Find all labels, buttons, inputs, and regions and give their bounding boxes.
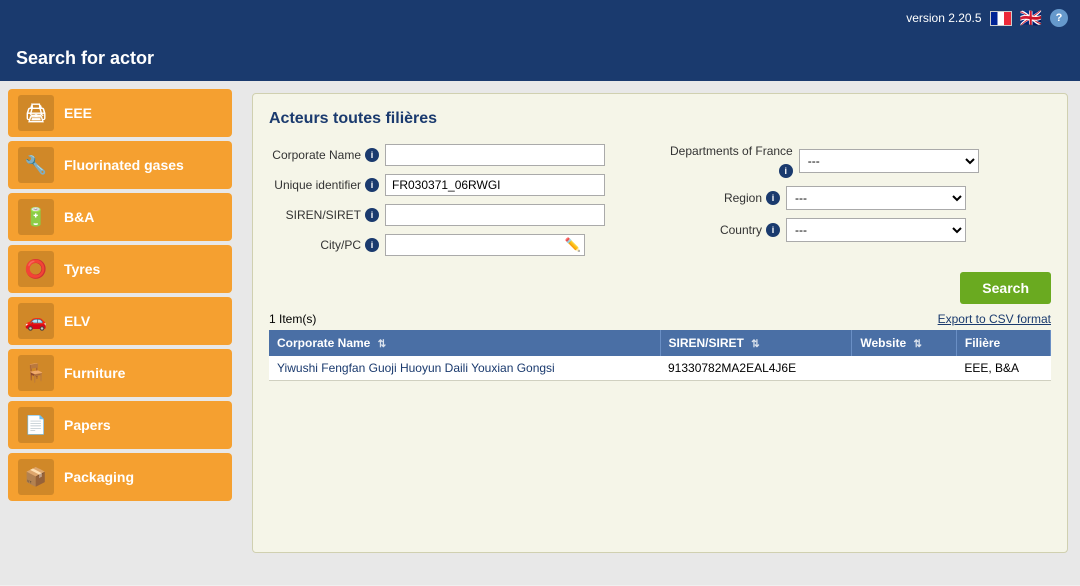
sidebar-label-furniture: Furniture	[64, 365, 125, 381]
results-table: Corporate Name ⇅ SIREN/SIRET ⇅ Website ⇅	[269, 330, 1051, 381]
sort-icon-corporate: ⇅	[378, 339, 386, 350]
cell-filiere: EEE, B&A	[956, 356, 1050, 381]
departments-info-icon[interactable]: i	[779, 164, 793, 178]
country-select[interactable]: ---	[786, 218, 966, 242]
sidebar-item-fluorinated-gases[interactable]: 🔧 Fluorinated gases	[8, 141, 232, 189]
cell-website	[852, 356, 957, 381]
sidebar-item-papers[interactable]: 📄 Papers	[8, 401, 232, 449]
country-row: Country i ---	[670, 218, 1051, 242]
sidebar-icon-fluorinated-gases: 🔧	[18, 147, 54, 183]
sidebar-item-packaging[interactable]: 📦 Packaging	[8, 453, 232, 501]
unique-identifier-input[interactable]	[385, 174, 605, 196]
sidebar-item-eee[interactable]: 🖨 EEE	[8, 89, 232, 137]
corporate-name-input[interactable]	[385, 144, 605, 166]
sidebar-icon-papers: 📄	[18, 407, 54, 443]
region-select[interactable]: ---	[786, 186, 966, 210]
sidebar-label-elv: ELV	[64, 313, 90, 329]
sidebar-label-eee: EEE	[64, 105, 92, 121]
siren-siret-input[interactable]	[385, 204, 605, 226]
region-info-icon[interactable]: i	[766, 191, 780, 205]
city-pc-label: City/PC i	[269, 238, 379, 252]
city-pc-edit-icon[interactable]: ✏️	[565, 237, 581, 253]
form-right: Departments of France i --- Region i	[670, 144, 1051, 256]
flag-uk-icon[interactable]: 🇬🇧	[1020, 8, 1042, 29]
version-text: version 2.20.5	[906, 11, 981, 25]
sort-icon-website: ⇅	[913, 339, 921, 350]
table-row[interactable]: Yiwushi Fengfan Guoji Huoyun Daili Youxi…	[269, 356, 1051, 381]
main-layout: 🖨 EEE 🔧 Fluorinated gases 🔋 B&A ⭕ Tyres …	[0, 81, 1080, 585]
cell-siren-siret: 91330782MA2EAL4J6E	[660, 356, 852, 381]
corporate-name-label: Corporate Name i	[269, 148, 379, 162]
col-corporate-name[interactable]: Corporate Name ⇅	[269, 330, 660, 356]
sidebar-icon-tyres: ⭕	[18, 251, 54, 287]
sidebar-item-elv[interactable]: 🚗 ELV	[8, 297, 232, 345]
results-count: 1 Item(s)	[269, 312, 316, 326]
top-bar: version 2.20.5 🇬🇧 ?	[0, 0, 1080, 36]
flag-french[interactable]	[990, 11, 1012, 26]
country-label: Country i	[670, 223, 780, 237]
sidebar-icon-elv: 🚗	[18, 303, 54, 339]
help-icon[interactable]: ?	[1050, 9, 1068, 27]
cell-corporate-name: Yiwushi Fengfan Guoji Huoyun Daili Youxi…	[269, 356, 660, 381]
search-button[interactable]: Search	[960, 272, 1051, 304]
page-header: Search for actor	[0, 36, 1080, 81]
sort-icon-siren: ⇅	[751, 339, 759, 350]
departments-france-label: Departments of France i	[670, 144, 793, 178]
col-filiere: Filière	[956, 330, 1050, 356]
sidebar-icon-furniture: 🪑	[18, 355, 54, 391]
panel-title: Acteurs toutes filières	[269, 110, 1051, 128]
siren-siret-info-icon[interactable]: i	[365, 208, 379, 222]
search-panel: Acteurs toutes filières Corporate Name i	[252, 93, 1068, 553]
sidebar-label-bna: B&A	[64, 209, 94, 225]
sidebar: 🖨 EEE 🔧 Fluorinated gases 🔋 B&A ⭕ Tyres …	[0, 81, 240, 585]
sidebar-item-tyres[interactable]: ⭕ Tyres	[8, 245, 232, 293]
city-pc-info-icon[interactable]: i	[365, 238, 379, 252]
region-row: Region i ---	[670, 186, 1051, 210]
sidebar-icon-packaging: 📦	[18, 459, 54, 495]
corporate-name-row: Corporate Name i	[269, 144, 650, 166]
export-csv-link[interactable]: Export to CSV format	[938, 312, 1051, 326]
unique-identifier-label: Unique identifier i	[269, 178, 379, 192]
search-button-row: Search	[269, 272, 1051, 304]
content-area: Acteurs toutes filières Corporate Name i	[240, 81, 1080, 585]
sidebar-icon-bna: 🔋	[18, 199, 54, 235]
results-bar: 1 Item(s) Export to CSV format	[269, 312, 1051, 326]
departments-france-row: Departments of France i ---	[670, 144, 1051, 178]
sidebar-label-tyres: Tyres	[64, 261, 100, 277]
city-pc-input[interactable]	[385, 234, 585, 256]
sidebar-icon-eee: 🖨	[18, 95, 54, 131]
city-pc-input-wrapper: ✏️	[385, 234, 585, 256]
page-title: Search for actor	[16, 48, 154, 68]
table-header-row: Corporate Name ⇅ SIREN/SIRET ⇅ Website ⇅	[269, 330, 1051, 356]
siren-siret-row: SIREN/SIRET i	[269, 204, 650, 226]
sidebar-label-packaging: Packaging	[64, 469, 134, 485]
country-info-icon[interactable]: i	[766, 223, 780, 237]
unique-identifier-info-icon[interactable]: i	[365, 178, 379, 192]
corporate-name-info-icon[interactable]: i	[365, 148, 379, 162]
city-pc-row: City/PC i ✏️	[269, 234, 650, 256]
departments-france-select[interactable]: ---	[799, 149, 979, 173]
col-website[interactable]: Website ⇅	[852, 330, 957, 356]
form-left: Corporate Name i Unique identifier i	[269, 144, 650, 256]
sidebar-label-papers: Papers	[64, 417, 111, 433]
sidebar-item-bna[interactable]: 🔋 B&A	[8, 193, 232, 241]
search-form: Corporate Name i Unique identifier i	[269, 144, 1051, 256]
col-siren-siret[interactable]: SIREN/SIRET ⇅	[660, 330, 852, 356]
region-label: Region i	[670, 191, 780, 205]
siren-siret-label: SIREN/SIRET i	[269, 208, 379, 222]
unique-identifier-row: Unique identifier i	[269, 174, 650, 196]
sidebar-item-furniture[interactable]: 🪑 Furniture	[8, 349, 232, 397]
sidebar-label-fluorinated-gases: Fluorinated gases	[64, 157, 184, 173]
